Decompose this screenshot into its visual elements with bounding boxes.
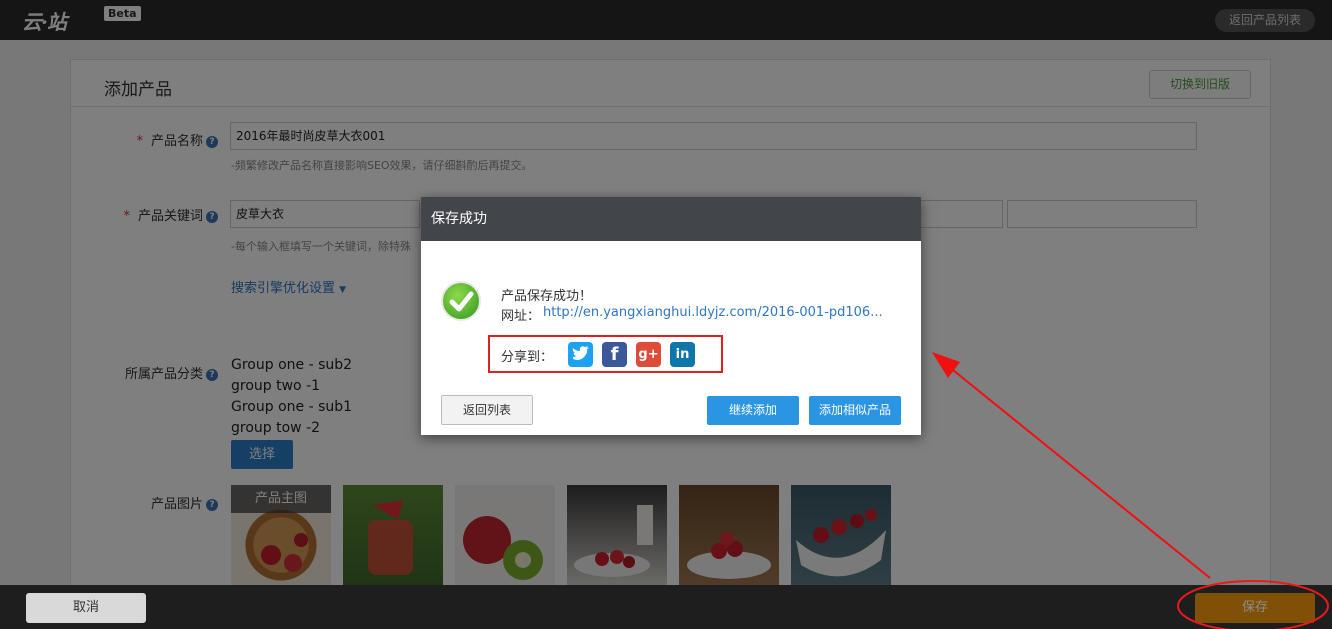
back-to-list-button[interactable]: 返回列表 <box>441 395 533 425</box>
google-plus-icon[interactable]: g+ <box>636 342 661 367</box>
continue-add-button[interactable]: 继续添加 <box>707 396 799 425</box>
cancel-button[interactable]: 取消 <box>26 593 146 623</box>
twitter-icon[interactable] <box>568 342 593 367</box>
dialog-title: 保存成功 <box>421 197 921 241</box>
save-button[interactable]: 保存 <box>1195 593 1315 623</box>
url-label: 网址： <box>501 309 541 324</box>
success-message: 产品保存成功！ <box>501 289 593 304</box>
add-similar-product-button[interactable]: 添加相似产品 <box>809 396 901 425</box>
facebook-icon[interactable]: f <box>602 342 627 367</box>
bottom-action-bar: 取消 保存 <box>0 585 1332 629</box>
linkedin-icon[interactable]: in <box>670 342 695 367</box>
save-success-dialog: 保存成功 产品保存成功！ 网址： http://en.yangxianghui.… <box>421 197 921 435</box>
product-url-link[interactable]: http://en.yangxianghui.ldyjz.com/2016-00… <box>543 305 898 320</box>
share-section: 分享到： f g+ in <box>488 335 723 373</box>
success-check-icon <box>441 281 481 321</box>
share-label: 分享到： <box>501 350 554 365</box>
